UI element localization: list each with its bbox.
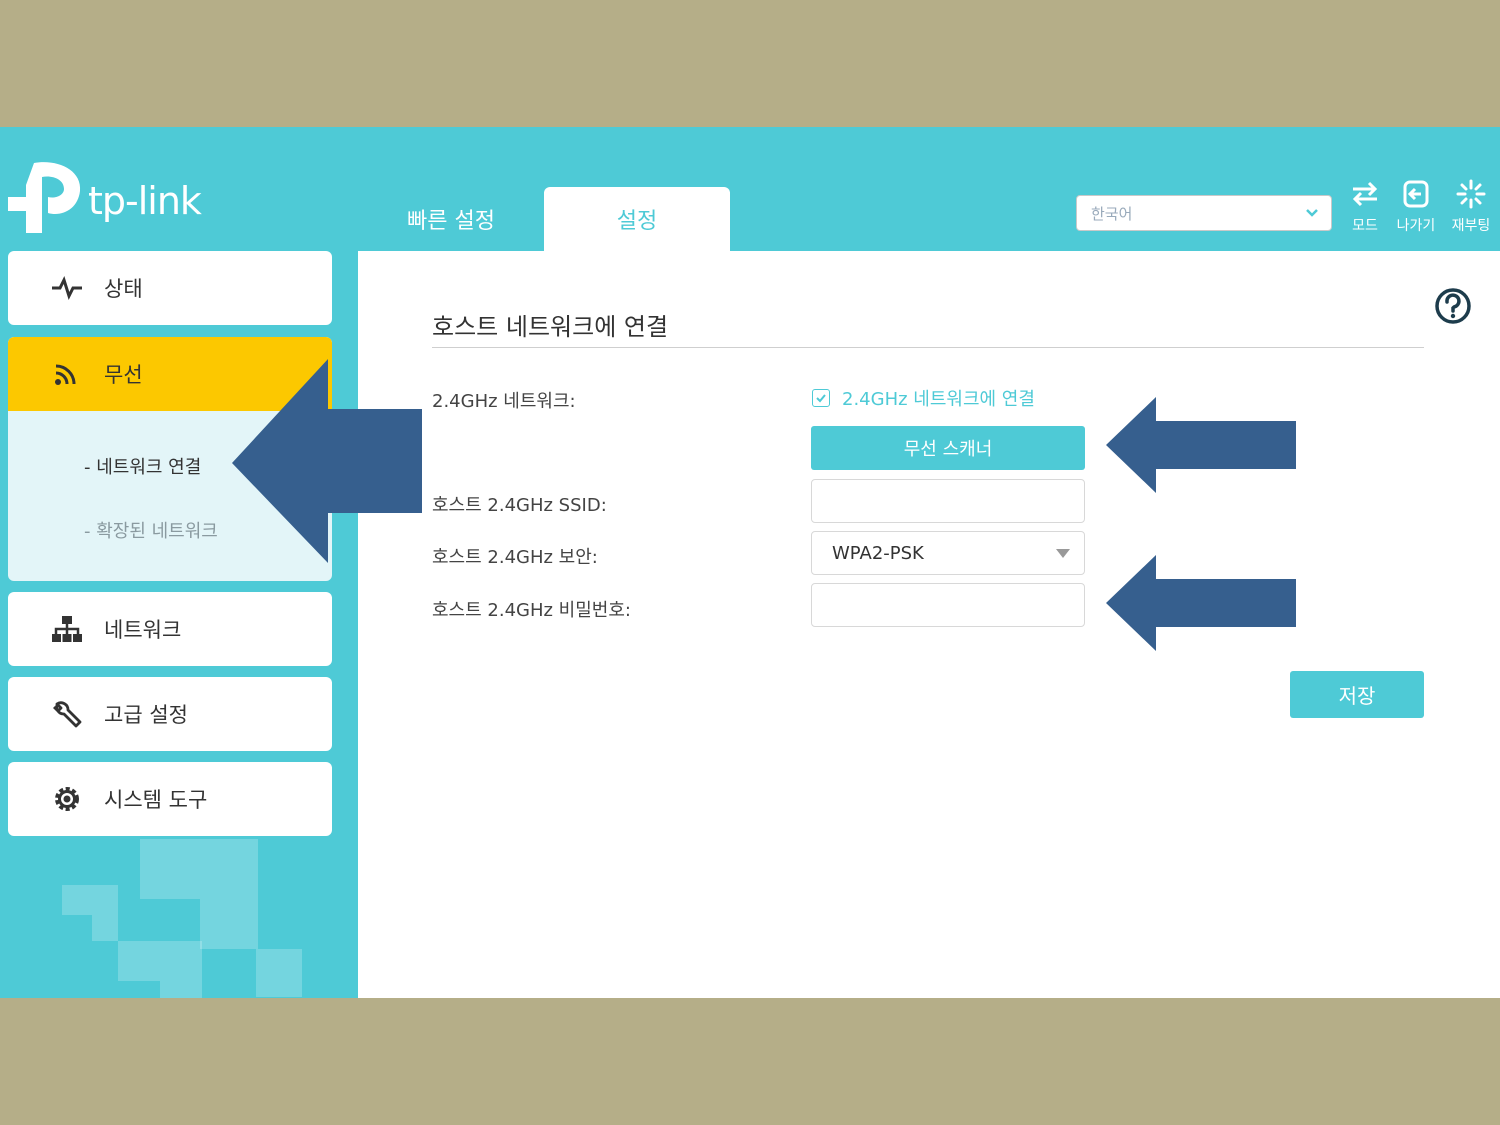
wireless-icon: [50, 359, 84, 389]
tp-link-logo: [8, 162, 81, 233]
sidebar-item-network[interactable]: 네트워크: [8, 592, 332, 666]
router-admin-app: tp-link 빠른 설정 설정 한국어 모드 나가기 재부팅 상태 무선 - …: [0, 127, 1500, 998]
decorative-tile: [92, 915, 118, 941]
language-value: 한국어: [1091, 204, 1133, 223]
annotation-arrow-left: [232, 359, 422, 563]
sidebar-item-label: 네트워크: [104, 618, 182, 642]
decorative-tile: [140, 839, 258, 899]
language-select[interactable]: 한국어: [1076, 195, 1332, 231]
ssid-input[interactable]: [811, 479, 1085, 523]
connect-checkbox-label: 2.4GHz 네트워크에 연결: [842, 389, 1035, 410]
security-label: 호스트 2.4GHz 보안:: [432, 547, 598, 568]
decorative-tile: [62, 885, 118, 915]
tab-quick-setup[interactable]: 빠른 설정: [380, 187, 522, 251]
network-icon: [50, 614, 84, 644]
annotation-arrow-scanner: [1106, 397, 1296, 493]
check-icon: [816, 394, 826, 403]
security-select[interactable]: WPA2-PSK: [811, 531, 1085, 575]
gear-icon: [50, 784, 84, 814]
reboot-icon: [1456, 179, 1486, 209]
help-icon[interactable]: [1434, 287, 1472, 325]
chevron-down-icon: [1306, 209, 1318, 217]
connect-checkbox-row[interactable]: 2.4GHz 네트워크에 연결: [812, 385, 1035, 411]
sidebar-item-status[interactable]: 상태: [8, 251, 332, 325]
connect-checkbox[interactable]: [812, 389, 830, 407]
title-divider: [432, 347, 1424, 348]
annotation-arrow-password: [1106, 555, 1296, 651]
reboot-button[interactable]: 재부팅: [1446, 179, 1496, 235]
main-panel: 호스트 네트워크에 연결 2.4GHz 네트워크: 2.4GHz 네트워크에 연…: [358, 251, 1500, 998]
logout-button[interactable]: 나가기: [1391, 179, 1441, 235]
sidebar-subitem-network-connect[interactable]: - 네트워크 연결: [84, 453, 201, 479]
mode-button[interactable]: 모드: [1340, 179, 1390, 235]
network-label: 2.4GHz 네트워크:: [432, 391, 576, 412]
sidebar-item-label: 무선: [104, 363, 143, 387]
mode-label: 모드: [1352, 218, 1378, 234]
brand-name: tp-link: [88, 179, 202, 223]
pulse-icon: [50, 273, 84, 303]
password-input[interactable]: [811, 583, 1085, 627]
decorative-tile: [256, 949, 302, 997]
sidebar-item-system-tools[interactable]: 시스템 도구: [8, 762, 332, 836]
reboot-label: 재부팅: [1451, 218, 1491, 234]
sidebar-subitem-extended-network[interactable]: - 확장된 네트워크: [84, 517, 218, 543]
decorative-tile: [118, 941, 202, 981]
tab-settings[interactable]: 설정: [544, 187, 730, 251]
mode-switch-icon: [1352, 181, 1378, 207]
dropdown-arrow-icon: [1056, 549, 1070, 558]
logout-icon: [1403, 180, 1429, 208]
sidebar-item-label: 상태: [104, 277, 143, 301]
sidebar-item-advanced[interactable]: 고급 설정: [8, 677, 332, 751]
sidebar-item-label: 시스템 도구: [104, 788, 208, 812]
sidebar-item-label: 고급 설정: [104, 703, 188, 727]
section-title: 호스트 네트워크에 연결: [432, 313, 669, 341]
security-value: WPA2-PSK: [832, 542, 924, 564]
logout-label: 나가기: [1396, 218, 1436, 234]
decorative-tile: [160, 981, 202, 998]
wireless-scanner-button[interactable]: 무선 스캐너: [811, 426, 1085, 470]
wrench-icon: [50, 699, 84, 729]
password-label: 호스트 2.4GHz 비밀번호:: [432, 600, 631, 621]
ssid-label: 호스트 2.4GHz SSID:: [432, 495, 607, 516]
save-button[interactable]: 저장: [1290, 671, 1424, 718]
decorative-tile: [200, 899, 258, 949]
